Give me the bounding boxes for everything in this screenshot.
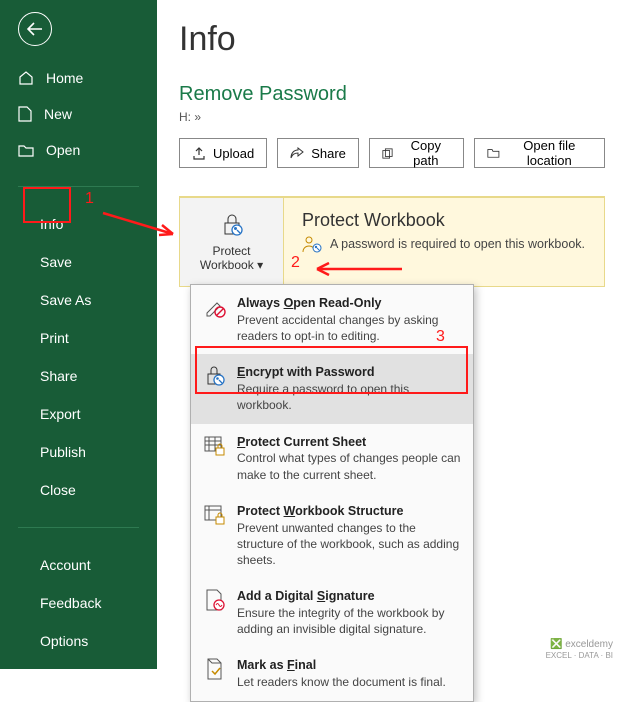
upload-button[interactable]: Upload xyxy=(179,138,267,168)
menu-desc: Ensure the integrity of the workbook by … xyxy=(237,606,444,636)
nav-label: Export xyxy=(40,406,80,422)
nav-label: Open xyxy=(46,142,80,158)
menu-desc: Require a password to open this workbook… xyxy=(237,382,409,412)
menu-digital-signature[interactable]: Add a Digital SignatureEnsure the integr… xyxy=(191,578,473,647)
document-title: Remove Password xyxy=(179,83,605,106)
protect-desc: A password is required to open this work… xyxy=(330,237,585,251)
workbook-lock-icon xyxy=(203,503,227,527)
copy-icon xyxy=(382,147,394,160)
menu-protect-sheet[interactable]: Protect Current SheetControl what types … xyxy=(191,424,473,493)
nav-label: Close xyxy=(40,482,76,498)
nav-label: Print xyxy=(40,330,69,346)
nav-label: Save As xyxy=(40,292,91,308)
button-label-l2: Workbook ▾ xyxy=(200,258,263,272)
menu-desc: Let readers know the document is final. xyxy=(237,675,446,689)
nav-options[interactable]: Options xyxy=(0,622,157,660)
nav-label: Home xyxy=(46,70,83,86)
nav-export[interactable]: Export xyxy=(0,395,157,433)
nav-label: Info xyxy=(40,216,63,232)
nav-label: Account xyxy=(40,557,91,573)
page-title: Info xyxy=(179,20,605,59)
nav-open[interactable]: Open xyxy=(0,132,157,168)
document-path: H: » xyxy=(179,110,605,124)
copy-path-button[interactable]: Copy path xyxy=(369,138,464,168)
nav-feedback[interactable]: Feedback xyxy=(0,584,157,622)
nav-label: Save xyxy=(40,254,72,270)
nav-saveas[interactable]: Save As xyxy=(0,281,157,319)
button-label-l1: Protect xyxy=(212,244,250,258)
menu-read-only[interactable]: Always Open Read-OnlyPrevent accidental … xyxy=(191,285,473,354)
menu-desc: Prevent accidental changes by asking rea… xyxy=(237,313,438,343)
back-button[interactable] xyxy=(18,12,52,46)
nav-label: Options xyxy=(40,633,88,649)
sheet-lock-icon xyxy=(203,434,227,458)
menu-mark-final[interactable]: Mark as FinalLet readers know the docume… xyxy=(191,647,473,700)
divider xyxy=(18,527,139,528)
nav-publish[interactable]: Publish xyxy=(0,433,157,471)
pen-prohibit-icon xyxy=(203,295,227,319)
nav-home[interactable]: Home xyxy=(0,60,157,96)
nav-label: Feedback xyxy=(40,595,101,611)
final-doc-icon xyxy=(203,657,227,681)
folder-icon xyxy=(487,147,500,159)
lock-key-icon xyxy=(203,364,227,388)
upload-icon xyxy=(192,147,206,160)
divider xyxy=(18,186,139,187)
watermark: ❎ exceldemyEXCEL · DATA · BI xyxy=(546,639,613,661)
button-label: Share xyxy=(311,146,346,161)
menu-protect-structure[interactable]: Protect Workbook StructurePrevent unwant… xyxy=(191,493,473,578)
protect-workbook-button[interactable]: Protect Workbook ▾ xyxy=(180,198,284,286)
button-label: Open file location xyxy=(507,138,592,168)
share-icon xyxy=(290,147,304,160)
nav-label: Share xyxy=(40,368,77,384)
menu-desc: Prevent unwanted changes to the structur… xyxy=(237,521,459,567)
menu-desc: Control what types of changes people can… xyxy=(237,451,460,481)
nav-save[interactable]: Save xyxy=(0,243,157,281)
share-button[interactable]: Share xyxy=(277,138,359,168)
signature-icon xyxy=(203,588,227,612)
button-label: Copy path xyxy=(401,138,451,168)
lock-key-icon xyxy=(219,212,245,238)
nav-new[interactable]: New xyxy=(0,96,157,132)
nav-account[interactable]: Account xyxy=(0,546,157,584)
person-lock-icon xyxy=(302,235,322,253)
home-icon xyxy=(18,70,34,86)
protect-title: Protect Workbook xyxy=(302,210,586,231)
protect-workbook-menu: Always Open Read-OnlyPrevent accidental … xyxy=(190,284,474,702)
new-doc-icon xyxy=(18,106,32,122)
nav-print[interactable]: Print xyxy=(0,319,157,357)
button-label: Upload xyxy=(213,146,254,161)
chevron-down-icon: ▾ xyxy=(257,258,263,272)
back-arrow-icon xyxy=(27,22,43,36)
nav-label: New xyxy=(44,106,72,122)
backstage-sidebar: Home New Open Info Save Save As Print Sh… xyxy=(0,0,157,669)
protect-workbook-panel: Protect Workbook ▾ Protect Workbook A pa… xyxy=(179,196,605,287)
nav-info[interactable]: Info xyxy=(0,205,157,243)
open-location-button[interactable]: Open file location xyxy=(474,138,605,168)
nav-share[interactable]: Share xyxy=(0,357,157,395)
open-folder-icon xyxy=(18,143,34,157)
menu-encrypt-password[interactable]: Encrypt with PasswordRequire a password … xyxy=(191,354,473,423)
nav-close[interactable]: Close xyxy=(0,471,157,509)
nav-label: Publish xyxy=(40,444,86,460)
